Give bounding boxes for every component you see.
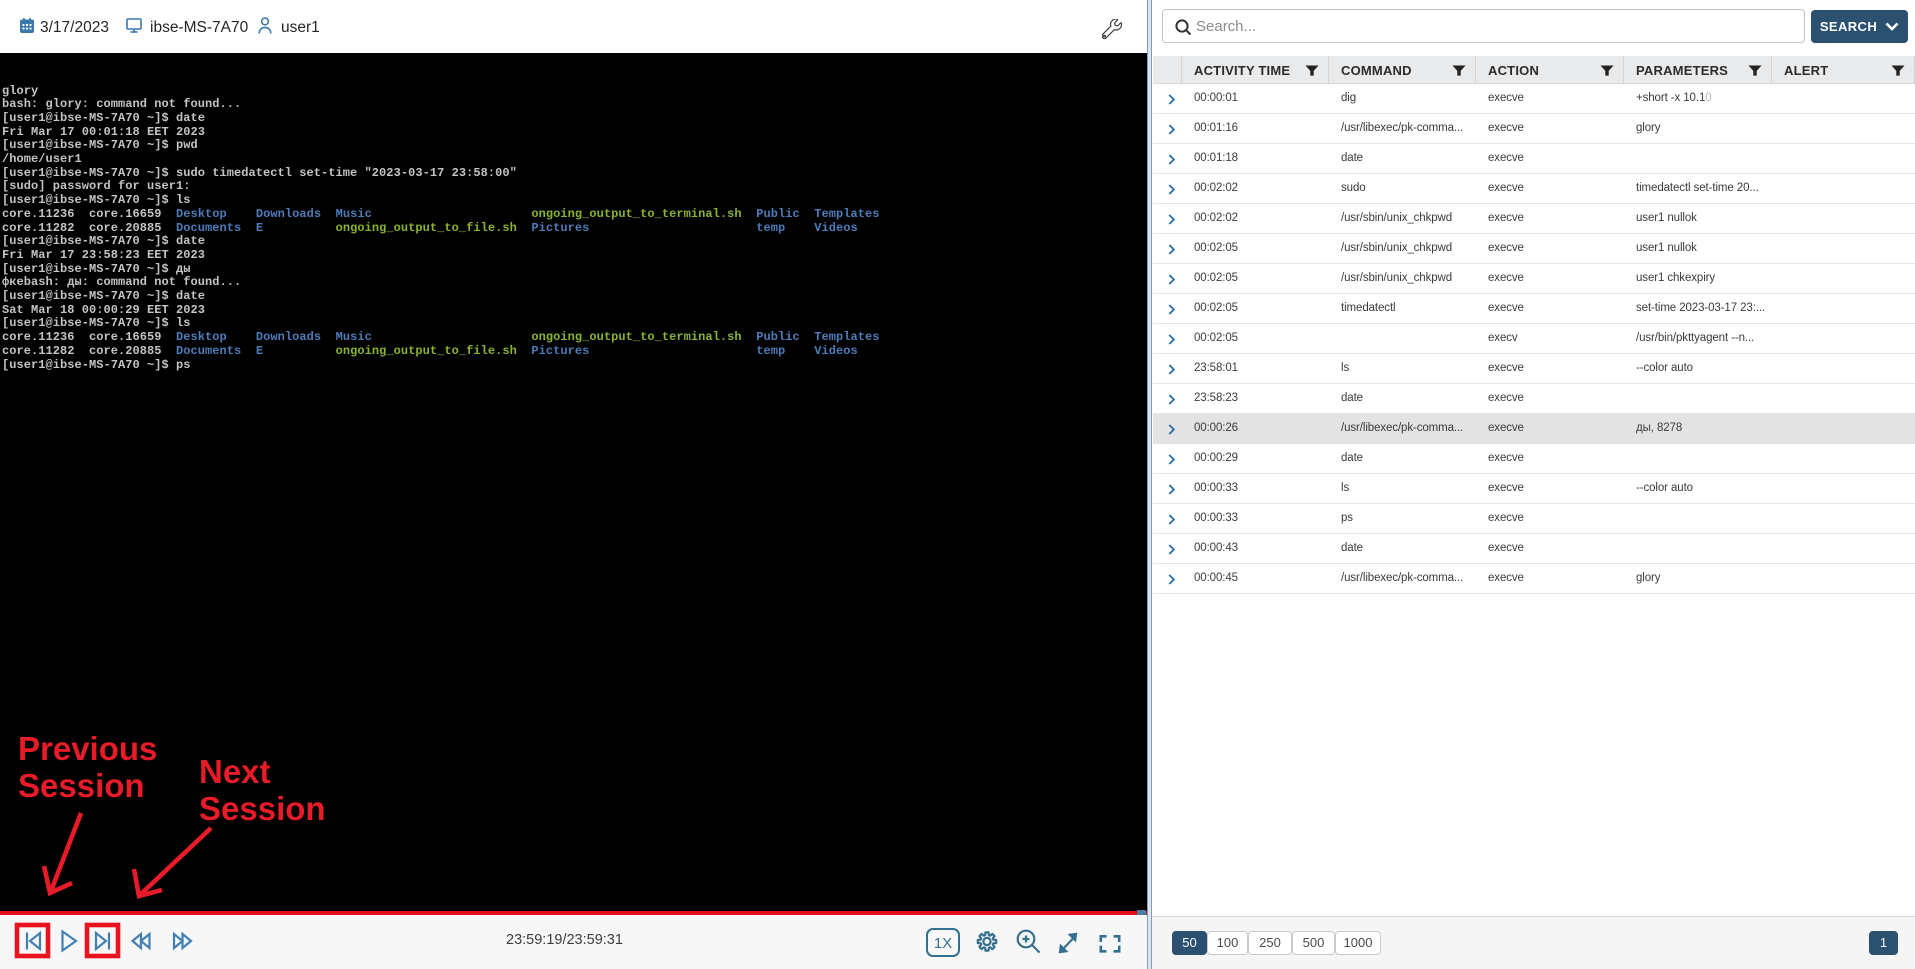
svg-text:1X: 1X bbox=[934, 935, 952, 952]
